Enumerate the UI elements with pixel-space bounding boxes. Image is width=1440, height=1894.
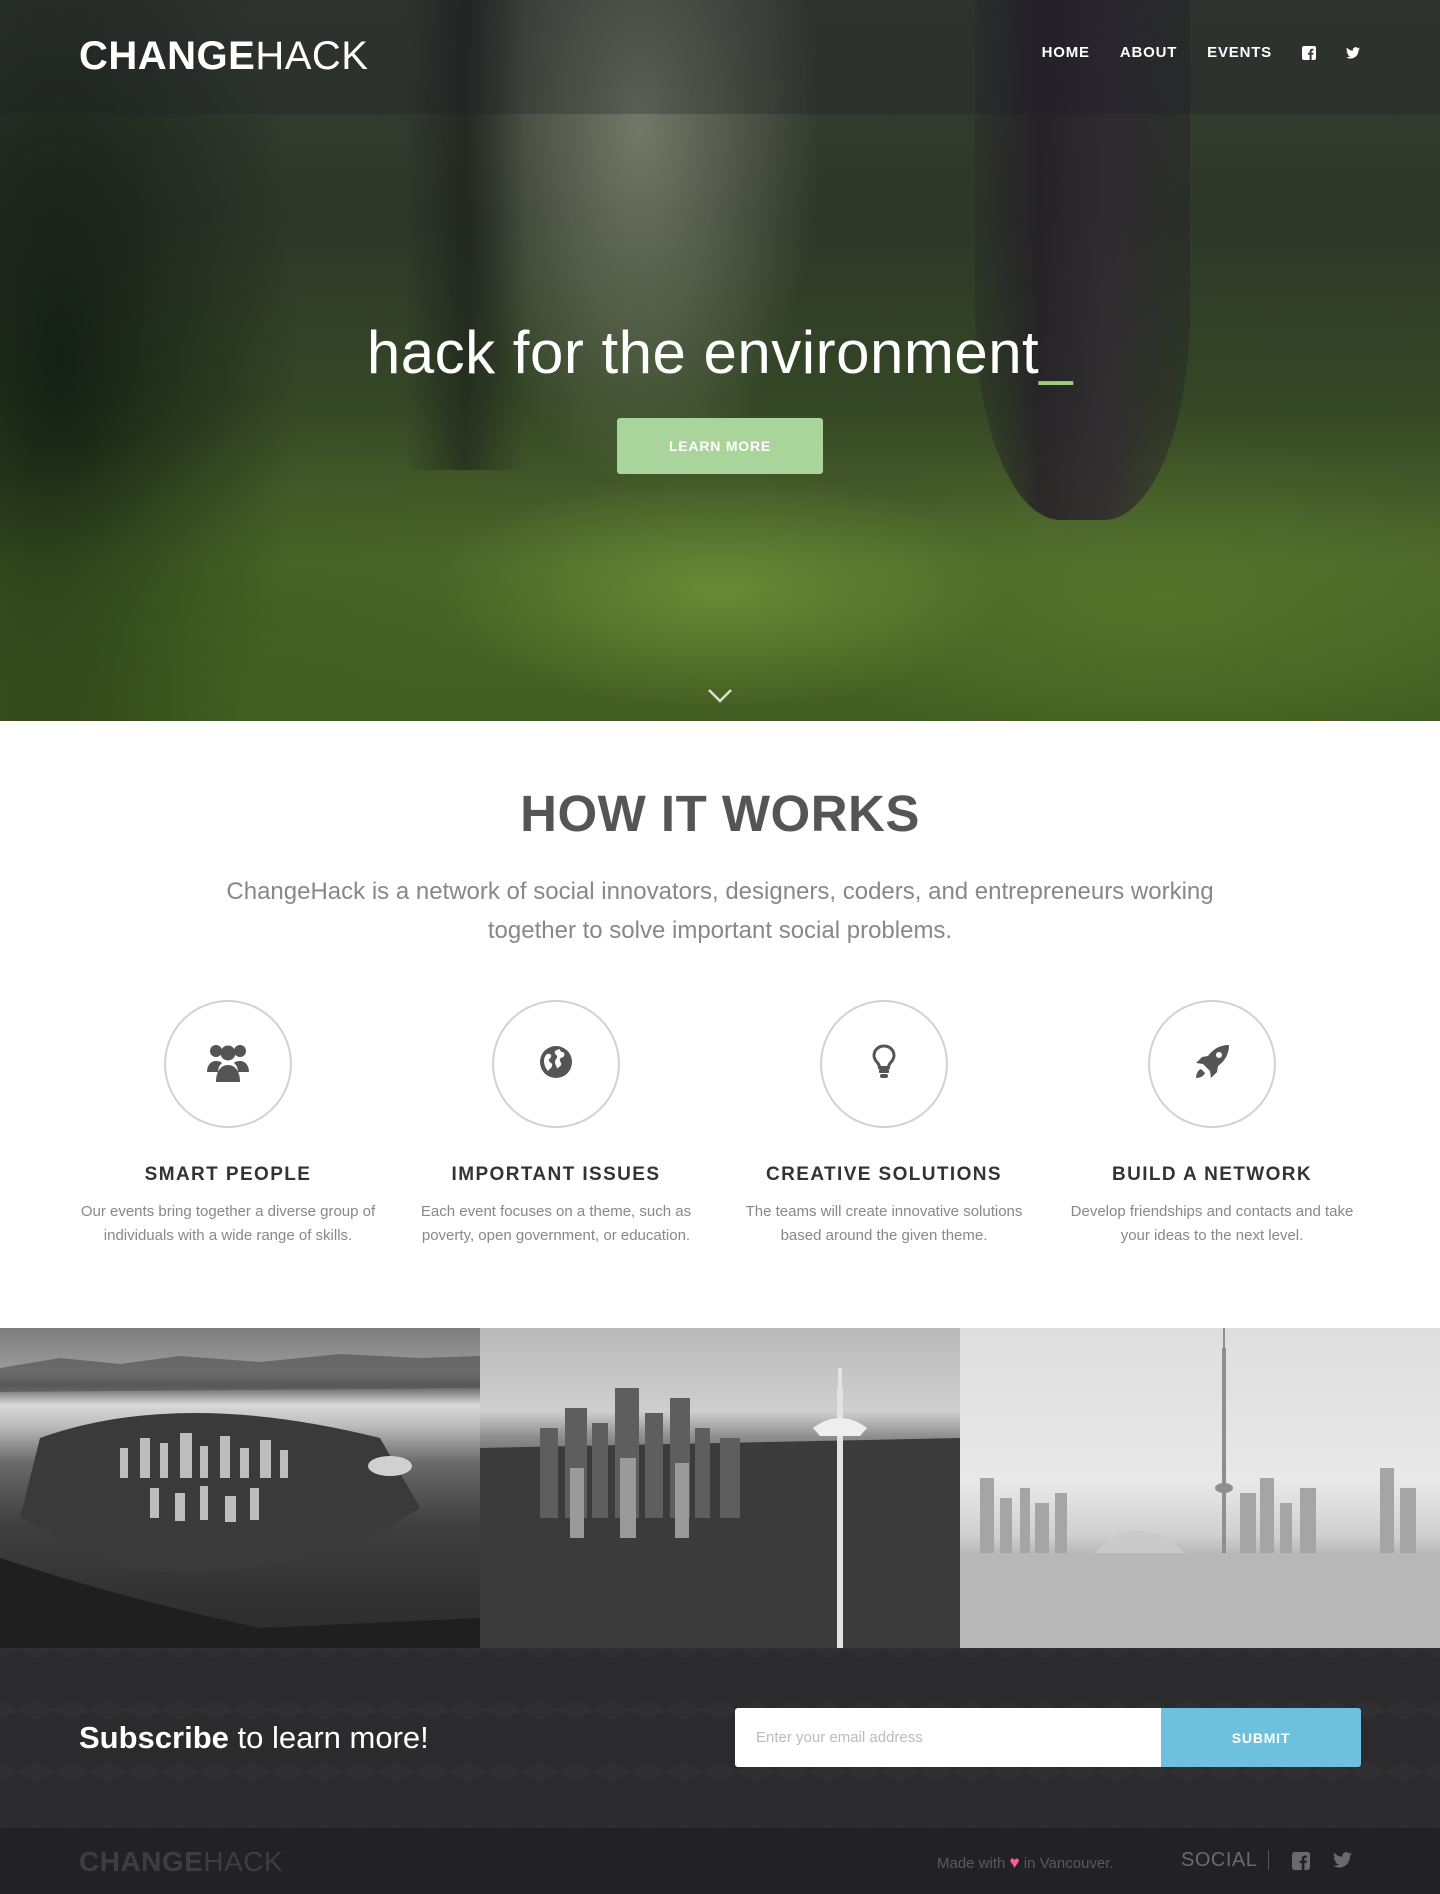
nav-about-link[interactable]: ABOUT	[1120, 44, 1177, 61]
footer-logo[interactable]: CHANGEHACK	[79, 1846, 283, 1878]
learn-more-button[interactable]: LEARN MORE	[617, 418, 823, 474]
facebook-icon[interactable]	[1292, 1852, 1310, 1870]
how-it-works-title: HOW IT WORKS	[520, 785, 920, 842]
city-photo-toronto	[960, 1328, 1440, 1648]
twitter-icon[interactable]	[1346, 46, 1360, 60]
facebook-icon[interactable]	[1302, 45, 1316, 60]
feature-title: SMART PEOPLE	[144, 1164, 312, 1185]
subscribe-bold: Subscribe	[79, 1720, 229, 1755]
navbar: CHANGEHACK HOME ABOUT EVENTS	[0, 0, 1440, 114]
hero-cursor: _	[1039, 319, 1074, 386]
feature-creative-solutions: CREATIVE SOLUTIONS The teams will create…	[724, 1000, 1044, 1248]
hero-headline: hack for the environment_	[0, 318, 1440, 387]
social-label: SOCIAL	[1181, 1849, 1258, 1871]
feature-title: CREATIVE SOLUTIONS	[766, 1164, 1002, 1185]
chevron-down-icon[interactable]	[707, 688, 733, 704]
email-input[interactable]	[735, 1708, 1161, 1767]
feature-title: IMPORTANT ISSUES	[451, 1164, 661, 1185]
made-before: Made with	[937, 1855, 1010, 1872]
feature-text: Develop friendships and contacts and tak…	[1070, 1203, 1354, 1244]
logo-light: HACK	[255, 34, 369, 78]
nav-home-link[interactable]: HOME	[1042, 44, 1090, 61]
subscribe-rest: to learn more!	[228, 1720, 429, 1755]
feature-text: Our events bring together a diverse grou…	[80, 1203, 376, 1244]
footer-divider	[1268, 1850, 1269, 1870]
group-icon	[205, 1042, 251, 1087]
globe-icon	[539, 1045, 573, 1084]
site-logo[interactable]: CHANGEHACK	[79, 34, 368, 79]
feature-build-network: BUILD A NETWORK Develop friendships and …	[1052, 1000, 1372, 1248]
feature-icon-circle	[820, 1000, 948, 1128]
feature-icon-circle	[1148, 1000, 1276, 1128]
main-nav: HOME ABOUT EVENTS	[1012, 44, 1360, 61]
subscribe-section: Subscribe to learn more! SUBMIT	[0, 1648, 1440, 1828]
feature-important-issues: IMPORTANT ISSUES Each event focuses on a…	[396, 1000, 716, 1248]
feature-smart-people: SMART PEOPLE Our events bring together a…	[68, 1000, 388, 1248]
made-after: in Vancouver.	[1019, 1855, 1114, 1872]
lightbulb-icon	[872, 1043, 896, 1085]
subscribe-heading: Subscribe to learn more!	[79, 1720, 429, 1756]
made-with-text: Made with ♥ in Vancouver.	[937, 1853, 1114, 1873]
footer: CHANGEHACK Made with ♥ in Vancouver. SOC…	[0, 1828, 1440, 1894]
feature-icon-circle	[492, 1000, 620, 1128]
hero-headline-text: hack for the environment	[366, 319, 1040, 386]
hero-section: CHANGEHACK HOME ABOUT EVENTS hack for th…	[0, 0, 1440, 721]
how-it-works-description: ChangeHack is a network of social innova…	[226, 878, 1214, 944]
city-photo-vancouver	[0, 1328, 480, 1648]
nav-events-link[interactable]: EVENTS	[1207, 44, 1272, 61]
rocket-icon	[1193, 1043, 1231, 1086]
submit-button[interactable]: SUBMIT	[1161, 1708, 1361, 1767]
footer-logo-bold: CHANGE	[79, 1846, 204, 1877]
city-photo-seattle	[480, 1328, 960, 1648]
feature-icon-circle	[164, 1000, 292, 1128]
heart-icon: ♥	[1009, 1853, 1020, 1872]
feature-text: Each event focuses on a theme, such as p…	[420, 1203, 692, 1244]
feature-title: BUILD A NETWORK	[1111, 1164, 1313, 1185]
twitter-icon[interactable]	[1333, 1852, 1352, 1870]
footer-logo-light: HACK	[203, 1846, 284, 1877]
feature-text: The teams will create innovative solutio…	[745, 1203, 1023, 1244]
logo-bold: CHANGE	[79, 34, 256, 78]
